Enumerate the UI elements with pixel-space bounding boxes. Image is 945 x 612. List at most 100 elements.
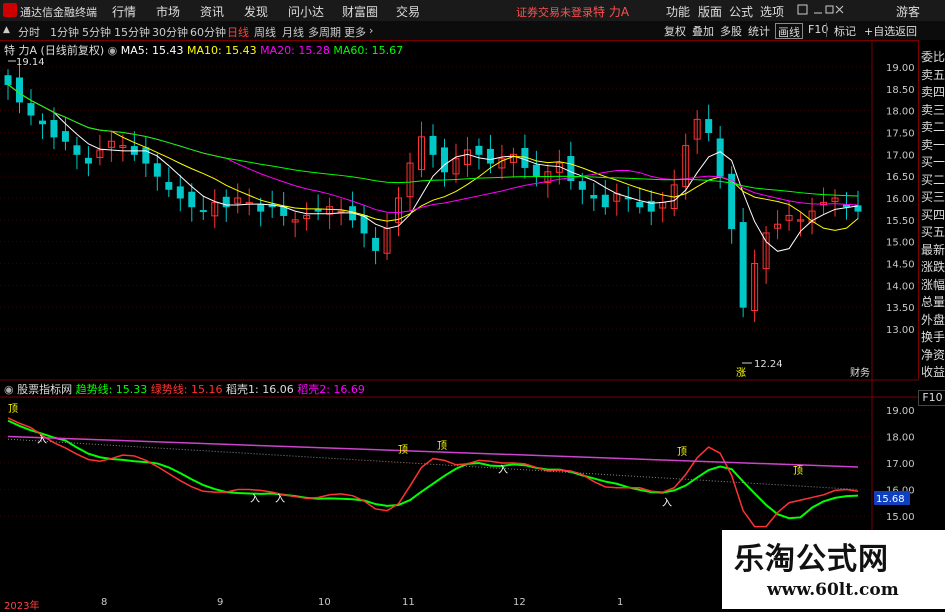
sidebar-item[interactable]: 买一: [921, 153, 945, 170]
sidebar-item[interactable]: 涨跌: [921, 258, 945, 275]
period-1min[interactable]: 1分钟: [50, 24, 79, 40]
more-arrow-icon[interactable]: ›: [369, 24, 373, 37]
candle-body: [475, 145, 483, 155]
sidebar-item[interactable]: 最新: [921, 241, 945, 258]
x-label-aug: 8: [101, 597, 108, 608]
period-30min[interactable]: 30分钟: [152, 24, 188, 40]
indicator-title[interactable]: 股票指标网: [17, 383, 72, 396]
settings-icon: [797, 4, 808, 15]
top-mark: 顶: [437, 440, 447, 452]
top-mark: 顶: [677, 446, 687, 458]
sidebar-item[interactable]: 买二: [921, 171, 945, 188]
candle-body: [532, 164, 540, 177]
btn-stats[interactable]: 统计: [746, 23, 772, 38]
sidebar-item[interactable]: 委比: [921, 48, 945, 65]
daoke2-line: [7, 435, 859, 468]
menu-market[interactable]: 市场: [156, 3, 180, 20]
sidebar-item[interactable]: 卖四: [921, 83, 945, 100]
period-60min[interactable]: 60分钟: [190, 24, 226, 40]
sub-indicator-header: ◉ 股票指标网 趋势线: 15.33 绿势线: 15.16 稻壳1: 16.06…: [4, 381, 365, 397]
sidebar-item[interactable]: 收益: [921, 363, 945, 380]
candle-body: [27, 103, 35, 116]
sidebar-item[interactable]: 净资: [921, 346, 945, 363]
candle-body: [716, 138, 724, 177]
menu-function[interactable]: 功能: [666, 3, 690, 20]
sidebar-item[interactable]: 涨幅: [921, 276, 945, 293]
btn-mark[interactable]: 标记: [832, 23, 858, 38]
y-tick-label: 15.00: [886, 512, 915, 523]
y-tick-label: 14.50: [886, 260, 915, 271]
sidebar-item[interactable]: 买五: [921, 223, 945, 240]
period-multi[interactable]: 多周期: [308, 24, 341, 40]
menu-info[interactable]: 资讯: [200, 3, 224, 20]
period-5min[interactable]: 5分钟: [82, 24, 111, 40]
candle-body: [142, 147, 150, 164]
menu-layout[interactable]: 版面: [698, 3, 722, 20]
gear-icon[interactable]: ◉: [108, 44, 118, 57]
watermark-url: www.60lt.com: [767, 580, 899, 600]
period-monthly[interactable]: 月线: [282, 24, 304, 40]
btn-draw[interactable]: 画线: [775, 23, 803, 39]
sidebar-item[interactable]: 总量: [921, 293, 945, 310]
sidebar-item[interactable]: 外盘: [921, 311, 945, 328]
btn-overlay[interactable]: 叠加: [690, 23, 716, 38]
candle-body: [15, 77, 23, 103]
menu-trade[interactable]: 交易: [396, 3, 420, 20]
period-more[interactable]: 更多: [344, 24, 366, 40]
login-warning[interactable]: 证券交易未登录: [516, 4, 593, 20]
candlesticks: [4, 64, 862, 323]
entry-mark: 入: [498, 465, 508, 476]
indicator-lines: [7, 417, 859, 528]
sidebar-f10-button[interactable]: F10: [918, 390, 945, 406]
entry-mark: 入: [275, 494, 285, 505]
y-tick-label: 18.00: [886, 433, 915, 444]
entry-mark: 入: [37, 435, 47, 446]
period-daily[interactable]: 日线: [227, 24, 249, 40]
green-line-value: 绿势线: 15.16: [150, 383, 223, 396]
sidebar-item[interactable]: 卖三: [921, 101, 945, 118]
sidebar-item[interactable]: 卖五: [921, 66, 945, 83]
x-label-dec: 12: [513, 597, 526, 608]
y-tick-label: 15.50: [886, 216, 915, 227]
menu-discover[interactable]: 发现: [244, 3, 268, 20]
btn-back[interactable]: 返回: [893, 23, 919, 38]
menu-options[interactable]: 选项: [760, 3, 784, 20]
sidebar-item[interactable]: 卖一: [921, 136, 945, 153]
btn-add-favorite[interactable]: +自选: [862, 23, 897, 38]
menu-wealth[interactable]: 财富圈: [342, 3, 378, 20]
candle-body: [601, 194, 609, 208]
kline-chart-area[interactable]: 顶顶 顶顶顶入入 入入入 19.0018.5018.0017.5017.0016.5…: [0, 40, 918, 596]
period-timeshare[interactable]: 分时: [18, 24, 40, 40]
candle-body: [429, 135, 437, 155]
y-tick-label: 18.50: [886, 85, 915, 96]
y-tick-label: 13.50: [886, 303, 915, 314]
menu-formula[interactable]: 公式: [729, 3, 753, 20]
period-toolbar: ▲ 分时 1分钟 5分钟 15分钟 30分钟 60分钟 日线 周线 月线 多周期…: [0, 21, 945, 41]
gear-icon[interactable]: ◉: [4, 383, 14, 396]
y-tick-label: 16.00: [886, 194, 915, 205]
collapse-icon[interactable]: ▲: [3, 25, 10, 35]
entry-mark: 入: [662, 498, 672, 509]
sidebar-item[interactable]: 卖二: [921, 118, 945, 135]
y-tick-label: 17.00: [886, 150, 915, 161]
sidebar-item[interactable]: 换手: [921, 328, 945, 345]
quote-sidebar: 委比 卖五 卖四 卖三 卖二 卖一 买一 买二 买三 买四 买五 最新 涨跌 涨幅 总量 外盘 换手 净资 收益: [918, 40, 945, 380]
btn-multi-stock[interactable]: 多股: [718, 23, 744, 38]
y-tick-label: 13.00: [886, 325, 915, 336]
close-icon: [835, 5, 844, 14]
y-tick-label: 19.00: [886, 406, 915, 417]
daoke1-value: 稻壳1: 16.06: [226, 383, 294, 396]
menu-xiaoda[interactable]: 问小达: [288, 3, 324, 20]
candle-body: [314, 208, 322, 212]
top-mark: 顶: [398, 444, 408, 456]
stock-label: 特 力A: [4, 44, 38, 57]
sidebar-item[interactable]: 买三: [921, 188, 945, 205]
sidebar-item[interactable]: 买四: [921, 206, 945, 223]
y-tick-label: 14.00: [886, 281, 915, 292]
period-weekly[interactable]: 周线: [254, 24, 276, 40]
guest-label[interactable]: 游客: [896, 3, 920, 20]
menu-bar: 通达信金融终端 行情 市场 资讯 发现 问小达 财富圈 交易 证券交易未登录 特…: [0, 0, 945, 22]
period-15min[interactable]: 15分钟: [114, 24, 150, 40]
btn-adjust[interactable]: 复权: [662, 23, 688, 38]
menu-quotes[interactable]: 行情: [112, 3, 136, 20]
